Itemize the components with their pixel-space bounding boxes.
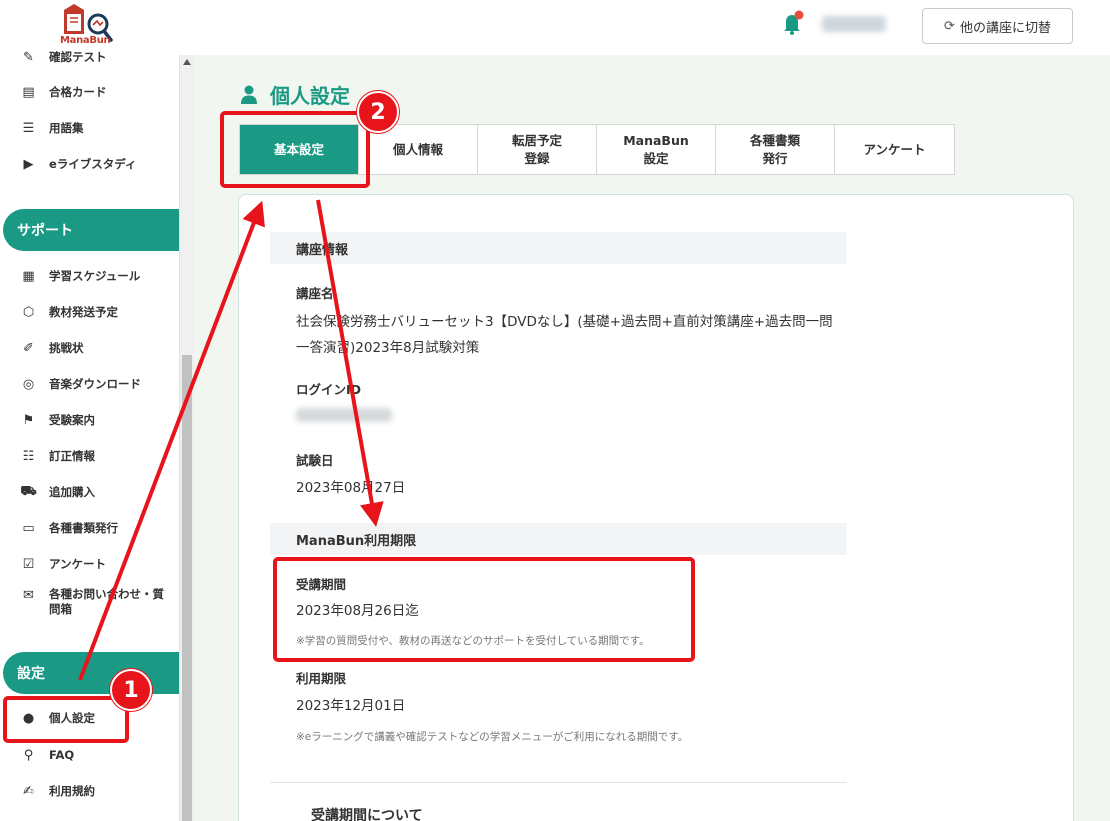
course-name-label: 講座名 xyxy=(296,286,334,301)
tab-documents[interactable]: 各種書類 発行 xyxy=(716,125,835,174)
user-name-blurred xyxy=(822,16,886,32)
tab-label: 転居予定 登録 xyxy=(511,132,562,166)
cards-icon: ▤ xyxy=(22,84,35,100)
sidebar-item-faq[interactable]: ⚲ FAQ xyxy=(0,740,179,770)
scroll-thumb[interactable] xyxy=(182,355,192,821)
sidebar-item-challenge[interactable]: ✐ 挑戦状 xyxy=(0,333,179,363)
sidebar-item-e-live-study[interactable]: ▶ eライブスタディ xyxy=(0,149,179,179)
sidebar-item-documents[interactable]: ▭ 各種書類発行 xyxy=(0,513,179,543)
disc-icon: ◎ xyxy=(22,376,35,392)
document-icon: ☷ xyxy=(22,448,35,464)
divider xyxy=(270,782,847,783)
sidebar-item-label: 受験案内 xyxy=(49,413,95,427)
sidebar-item-additional-purchase[interactable]: ⛟ 追加購入 xyxy=(0,477,179,507)
sidebar-item-music-download[interactable]: ◎ 音楽ダウンロード xyxy=(0,369,179,399)
sidebar-item-corrections[interactable]: ☷ 訂正情報 xyxy=(0,441,179,471)
tab-survey[interactable]: アンケート xyxy=(835,125,954,174)
course-info-heading: 講座情報 xyxy=(270,232,847,264)
cart-icon: ⛟ xyxy=(20,483,37,499)
sidebar-item-label: 各種書類発行 xyxy=(49,521,118,535)
tab-label: 各種書類 発行 xyxy=(749,132,800,166)
exam-date-value: 2023年08月27日 xyxy=(296,480,406,496)
sidebar-item-terms[interactable]: ✍ 利用規約 xyxy=(0,776,179,806)
page-title-text: 個人設定 xyxy=(270,84,350,108)
sidebar-item-survey[interactable]: ☑ アンケート xyxy=(0,549,179,579)
tab-manabun-settings[interactable]: ManaBun 設定 xyxy=(597,125,716,174)
sidebar-item-glossary[interactable]: ☰ 用語集 xyxy=(0,113,179,143)
annotation-badge-1: 1 xyxy=(110,669,152,711)
tab-label: ManaBun 設定 xyxy=(623,132,689,166)
sidebar-item-label: 追加購入 xyxy=(49,485,95,499)
sidebar-item-label: 挑戦状 xyxy=(49,341,84,355)
highlight-course-period xyxy=(273,557,695,662)
sidebar-item-label: 各種お問い合わせ・質問箱 xyxy=(49,587,164,616)
login-id-value-blurred xyxy=(296,408,392,422)
sidebar-item-label: 訂正情報 xyxy=(49,449,95,463)
login-id-label: ログインID xyxy=(296,382,362,397)
settings-card: 講座情報 講座名 社会保険労務士バリューセット3【DVDなし】(基礎+過去問+直… xyxy=(238,194,1074,821)
exam-date-label: 試験日 xyxy=(296,453,334,468)
highlight-personal-settings xyxy=(3,696,129,743)
refresh-icon: ⟳ xyxy=(944,18,955,34)
scroll-up-arrow-icon[interactable] xyxy=(183,59,191,65)
usage-period-label: 利用期限 xyxy=(296,671,347,686)
highlight-basic-settings-tab xyxy=(220,111,370,188)
sidebar-section-settings: 設定 xyxy=(3,652,179,694)
edit-icon: ✍ xyxy=(23,783,34,799)
video-icon: ▶ xyxy=(23,156,34,172)
about-course-period-heading: 受講期間について xyxy=(311,808,423,821)
sidebar-item-pass-card[interactable]: ▤ 合格カード xyxy=(0,77,179,107)
switch-course-label: 他の講座に切替 xyxy=(959,20,1051,36)
mail-icon: ✉ xyxy=(23,588,34,603)
sidebar-section-support: サポート xyxy=(3,209,179,251)
course-name-value: 社会保険労務士バリューセット3【DVDなし】(基礎+過去問+直前対策講座+過去問… xyxy=(296,314,833,356)
flag-icon: ⚑ xyxy=(22,412,35,428)
sidebar-item-label: 利用規約 xyxy=(49,784,95,798)
pen-icon: ✎ xyxy=(23,49,34,65)
user-icon xyxy=(241,85,257,104)
sidebar-item-schedule[interactable]: ▦ 学習スケジュール xyxy=(0,261,179,291)
sidebar-item-label: 確認テスト xyxy=(49,50,107,64)
book-stack-icon: ☰ xyxy=(22,120,35,136)
sidebar-item-label: 学習スケジュール xyxy=(49,269,141,283)
sidebar-item-label: 音楽ダウンロード xyxy=(49,377,141,391)
sidebar-item-label: 合格カード xyxy=(49,85,107,99)
tab-moving-plan[interactable]: 転居予定 登録 xyxy=(478,125,597,174)
calendar-icon: ▦ xyxy=(22,268,35,284)
sidebar-item-label: 用語集 xyxy=(49,121,84,135)
usage-period-value: 2023年12月01日 xyxy=(296,698,406,714)
file-icon: ▭ xyxy=(22,520,35,536)
sidebar-scrollbar[interactable] xyxy=(179,55,194,821)
notification-bell-icon[interactable] xyxy=(780,10,806,36)
wand-icon: ✐ xyxy=(23,340,34,356)
sidebar-item-exam-guide[interactable]: ⚑ 受験案内 xyxy=(0,405,179,435)
sidebar-item-label: 教材発送予定 xyxy=(49,305,118,319)
annotation-badge-2: 2 xyxy=(357,91,399,133)
usage-limit-heading: ManaBun利用期限 xyxy=(270,523,847,555)
sidebar-item-inquiry[interactable]: ✉ 各種お問い合わせ・質問箱 xyxy=(0,587,179,627)
sidebar-item-quiz[interactable]: ✎ 確認テスト xyxy=(0,42,179,72)
sidebar-item-label: アンケート xyxy=(49,557,107,571)
checkbox-icon: ☑ xyxy=(22,556,35,572)
box-icon: ⬡ xyxy=(22,304,35,320)
usage-period-note: ※eラーニングで講義や確認テストなどの学習メニューがご利用になれる期間です。 xyxy=(296,731,689,743)
sidebar-item-label: eライブスタディ xyxy=(49,157,137,171)
magnifier-icon: ⚲ xyxy=(23,747,34,763)
sidebar-item-label: FAQ xyxy=(49,748,75,762)
page-title: 個人設定 xyxy=(240,80,350,109)
sidebar-item-shipping[interactable]: ⬡ 教材発送予定 xyxy=(0,297,179,327)
switch-course-button[interactable]: ⟳ 他の講座に切替 xyxy=(922,8,1073,44)
